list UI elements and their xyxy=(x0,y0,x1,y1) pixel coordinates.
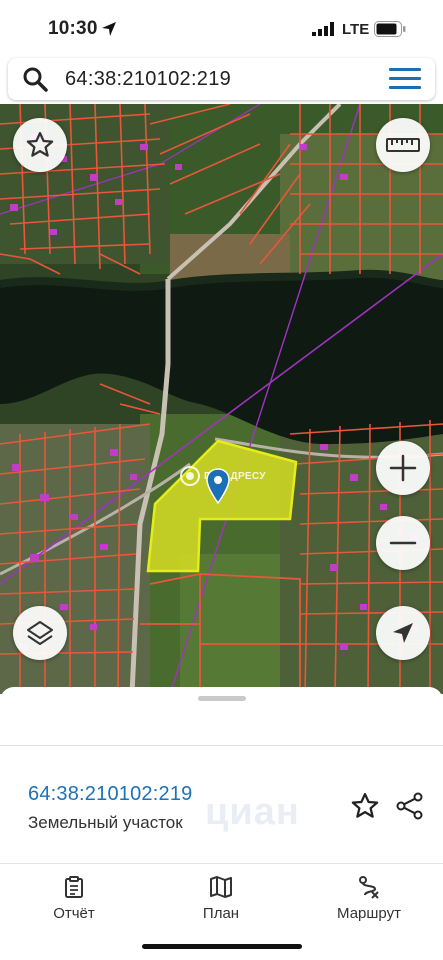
favorite-map-button[interactable] xyxy=(13,118,67,172)
parcel-type: Земельный участок xyxy=(28,813,183,832)
watermark-logo-icon xyxy=(180,466,200,486)
tab-plan-label: План xyxy=(202,905,240,922)
bottom-sheet[interactable]: циан 64:38:210102:219 Земельный участок … xyxy=(0,687,443,960)
map-icon xyxy=(210,876,232,898)
tab-plan[interactable]: План xyxy=(166,875,276,923)
plus-icon xyxy=(389,454,417,482)
search-icon[interactable] xyxy=(22,66,48,92)
divider xyxy=(0,863,443,864)
report-icon xyxy=(65,876,83,898)
map-pin-icon[interactable] xyxy=(206,468,230,504)
minus-icon xyxy=(389,541,417,545)
ruler-button[interactable] xyxy=(376,118,430,172)
divider xyxy=(0,745,443,746)
zoom-in-button[interactable] xyxy=(376,441,430,495)
location-arrow-icon xyxy=(102,22,116,36)
signal-icon xyxy=(312,22,334,36)
cian-watermark: циан xyxy=(205,791,300,833)
favorite-icon[interactable] xyxy=(350,791,380,821)
sheet-drag-handle[interactable] xyxy=(198,696,246,701)
zoom-out-button[interactable] xyxy=(376,516,430,570)
star-icon xyxy=(26,132,54,157)
my-location-button[interactable] xyxy=(376,606,430,660)
layers-icon xyxy=(27,621,53,645)
satellite-map[interactable] xyxy=(0,104,443,694)
share-icon[interactable] xyxy=(395,791,425,821)
search-input[interactable]: 64:38:210102:219 xyxy=(65,68,231,91)
menu-icon[interactable] xyxy=(389,68,421,90)
tab-route-label: Маршрут xyxy=(337,905,401,922)
layers-button[interactable] xyxy=(13,606,67,660)
battery-icon xyxy=(374,21,406,37)
tab-report-label: Отчёт xyxy=(53,905,95,922)
parcel-id-link[interactable]: 64:38:210102:219 xyxy=(28,783,192,806)
tab-route[interactable]: Маршрут xyxy=(314,875,424,923)
status-bar: 10:30 LTE xyxy=(0,0,443,56)
search-bar[interactable]: 64:38:210102:219 xyxy=(8,58,435,100)
ruler-icon xyxy=(386,138,420,152)
network-label: LTE xyxy=(342,21,370,38)
home-indicator[interactable] xyxy=(142,944,302,949)
tab-report[interactable]: Отчёт xyxy=(19,875,129,923)
status-time: 10:30 xyxy=(48,18,98,39)
navigation-arrow-icon xyxy=(393,623,413,643)
map-view[interactable]: ПО АДРЕСУ xyxy=(0,104,443,694)
route-icon xyxy=(359,876,379,899)
